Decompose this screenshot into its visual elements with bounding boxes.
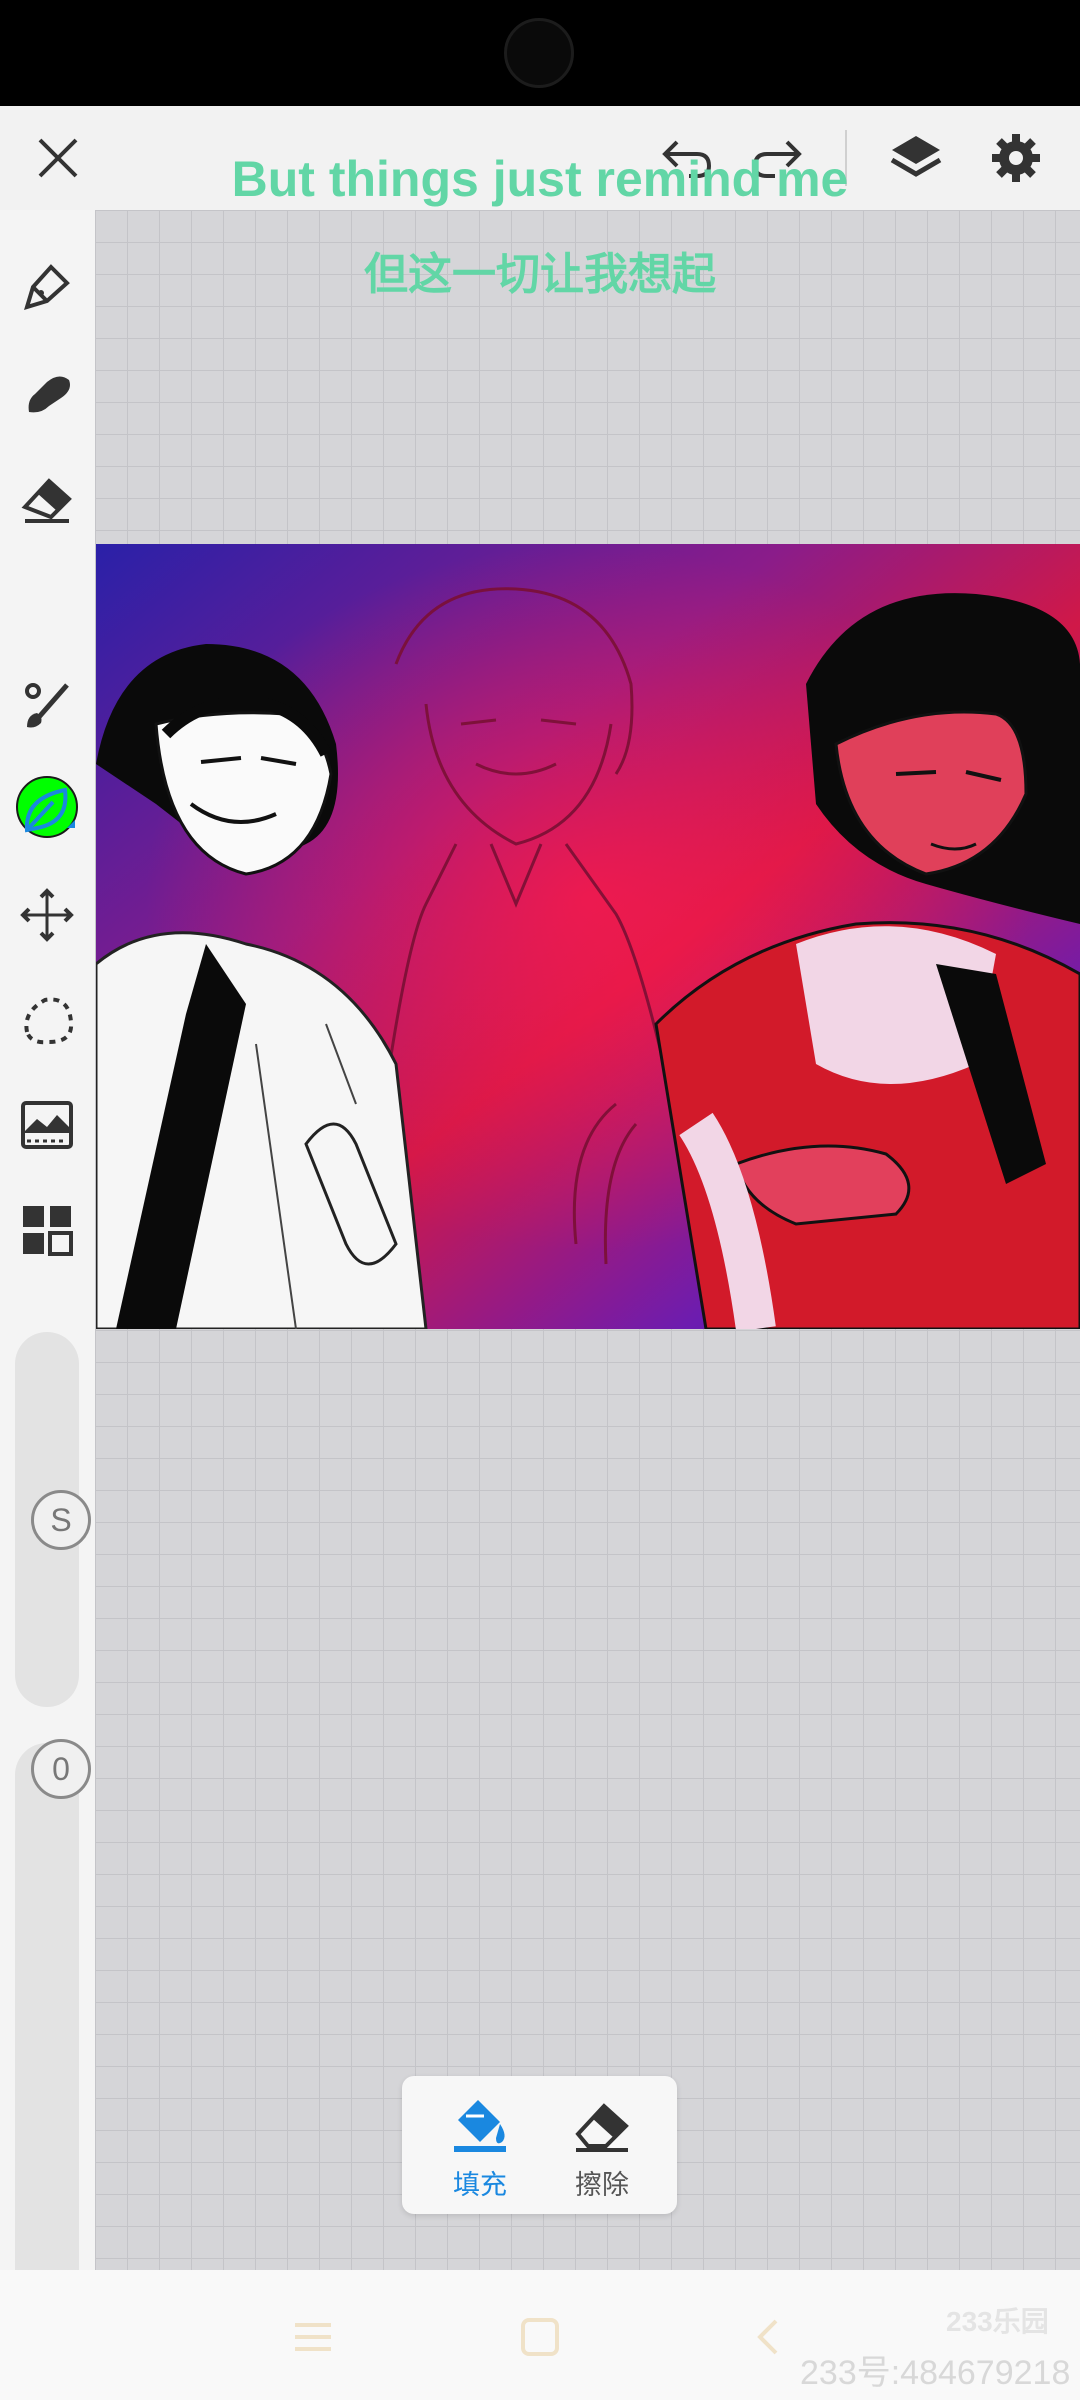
brush-size-knob[interactable]: S — [31, 1490, 91, 1550]
fill-option-label: 填充 — [453, 2170, 507, 2200]
lasso-icon — [24, 997, 74, 1045]
settings-button[interactable] — [984, 126, 1048, 190]
landscape-icon — [21, 1101, 73, 1149]
brush-icon — [25, 683, 69, 728]
layers-icon — [890, 136, 942, 177]
leaf-icon — [24, 787, 75, 833]
erase-option-button[interactable]: 擦除 — [552, 2094, 652, 2202]
brush-tool-button[interactable] — [12, 357, 82, 427]
layers-button[interactable] — [884, 126, 948, 190]
lyric-english: But things just remind me — [231, 151, 849, 207]
artwork-image — [96, 544, 1080, 1329]
move-tool-button[interactable] — [12, 880, 82, 950]
fill-options-popup: 填充 擦除 — [402, 2076, 677, 2214]
brush-opacity-slider[interactable]: 0 — [15, 1739, 91, 2348]
watermark-logo: 233乐园 — [946, 2306, 1049, 2337]
erase-option-label: 擦除 — [575, 2170, 629, 2200]
brush-icon — [28, 376, 71, 413]
menu-nav-button[interactable] — [283, 2312, 343, 2362]
close-icon — [38, 138, 78, 178]
tool-sidebar: S 0 — [0, 210, 95, 2348]
home-square-icon — [521, 2318, 559, 2356]
gallery-tool-button[interactable] — [12, 1195, 82, 1265]
fill-option-button[interactable]: 填充 — [430, 2094, 530, 2202]
artwork-layer[interactable] — [96, 544, 1080, 1329]
watermark-id: 233号:484679218 — [800, 2354, 1071, 2392]
paint-bucket-icon — [454, 2100, 506, 2152]
brush-opacity-knob[interactable]: 0 — [31, 1739, 91, 1799]
close-button[interactable] — [26, 126, 90, 190]
eraser-tool-button[interactable] — [12, 462, 82, 532]
brush-size-slider[interactable]: S — [15, 1332, 91, 1707]
fill-tool-button[interactable] — [12, 775, 82, 845]
status-bar — [0, 0, 1080, 106]
pen-tool-button[interactable] — [12, 252, 82, 322]
filter-tool-button[interactable] — [12, 1090, 82, 1160]
eraser-icon — [21, 478, 72, 523]
menu-icon — [295, 2323, 331, 2351]
eraser-icon — [575, 2103, 629, 2152]
lyric-chinese: 但这一切让我想起 — [364, 250, 716, 299]
back-nav-button[interactable] — [738, 2312, 798, 2362]
move-icon — [20, 888, 74, 942]
home-nav-button[interactable] — [510, 2312, 570, 2362]
back-chevron-icon — [757, 2319, 778, 2355]
lasso-tool-button[interactable] — [12, 985, 82, 1055]
smudge-tool-button[interactable] — [12, 670, 82, 740]
front-camera — [504, 18, 574, 88]
gear-icon — [992, 134, 1040, 182]
grid-icon — [23, 1206, 73, 1256]
pen-icon — [24, 264, 70, 310]
